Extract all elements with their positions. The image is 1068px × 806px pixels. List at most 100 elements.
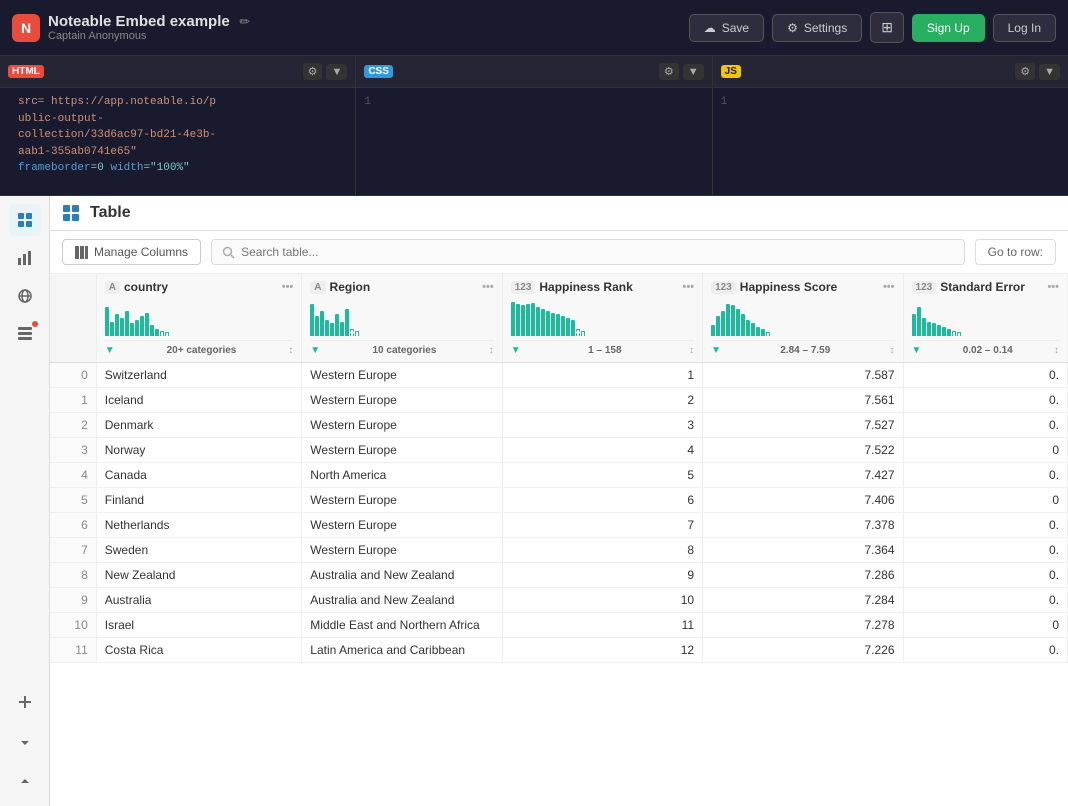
rank-filter-icon[interactable]: ▼ (511, 345, 521, 356)
table-row: 10 Israel Middle East and Northern Afric… (50, 613, 1068, 638)
score-col-menu[interactable]: ••• (883, 281, 895, 293)
country-filter-row: ▼ 20+ categories ↕ (105, 340, 294, 356)
row-index: 4 (50, 463, 96, 488)
score-cell: 7.427 (703, 463, 903, 488)
error-cell: 0. (903, 563, 1067, 588)
css-editor-tab: CSS ⚙ ▼ (356, 56, 711, 88)
row-index: 0 (50, 363, 96, 388)
country-cell: Costa Rica (96, 638, 302, 663)
country-histogram (105, 298, 294, 338)
error-filter-row: ▼ 0.02 – 0.14 ↕ (912, 340, 1059, 356)
table-row: 1 Iceland Western Europe 2 7.561 0. (50, 388, 1068, 413)
css-editor-content[interactable]: 1 (356, 88, 711, 195)
table-row: 11 Costa Rica Latin America and Caribbea… (50, 638, 1068, 663)
region-col-menu[interactable]: ••• (482, 281, 494, 293)
layout-button[interactable]: ⊞ (870, 12, 904, 43)
app-subtitle: Captain Anonymous (48, 30, 250, 42)
region-col-type: A (310, 281, 325, 294)
region-cell: Western Europe (302, 363, 502, 388)
js-expand-btn[interactable]: ▼ (1039, 64, 1060, 80)
row-index: 7 (50, 538, 96, 563)
data-table: A country ••• (50, 274, 1068, 663)
js-editor-content[interactable]: 1 (713, 88, 1068, 195)
score-cell: 7.561 (703, 388, 903, 413)
region-cell: Western Europe (302, 388, 502, 413)
html-tab-label: HTML (8, 65, 44, 78)
html-editor-content[interactable]: src= https://app.noteable.io/p ublic-out… (0, 88, 355, 195)
score-cell: 7.522 (703, 438, 903, 463)
rank-histogram (511, 298, 694, 338)
topbar-actions: ☁ Save ⚙ Settings ⊞ Sign Up Log In (689, 12, 1056, 43)
css-settings-btn[interactable]: ⚙ (659, 63, 679, 80)
manage-columns-button[interactable]: Manage Columns (62, 239, 201, 265)
score-cell: 7.284 (703, 588, 903, 613)
country-sort-icon[interactable]: ↕ (288, 345, 293, 356)
html-expand-btn[interactable]: ▼ (326, 64, 347, 80)
score-histogram (711, 298, 894, 338)
layout-icon: ⊞ (881, 19, 893, 36)
region-cell: Australia and New Zealand (302, 563, 502, 588)
country-filter-icon[interactable]: ▼ (105, 345, 115, 356)
region-filter-row: ▼ 10 categories ↕ (310, 340, 493, 356)
sidebar-expand-btn[interactable] (9, 766, 41, 798)
sidebar-item-globe[interactable] (9, 280, 41, 312)
score-sort-icon[interactable]: ↕ (890, 345, 895, 356)
settings-button[interactable]: ⚙ Settings (772, 14, 862, 42)
pencil-icon[interactable]: ✏ (239, 14, 250, 29)
index-col-header (50, 274, 96, 363)
css-editor-panel: CSS ⚙ ▼ 1 (356, 56, 712, 195)
error-col-menu[interactable]: ••• (1047, 281, 1059, 293)
rank-cell: 2 (502, 388, 702, 413)
topbar-title: Noteable Embed example ✏ Captain Anonymo… (48, 13, 250, 42)
sidebar-item-data[interactable] (9, 318, 41, 350)
row-index: 10 (50, 613, 96, 638)
rank-cell: 8 (502, 538, 702, 563)
html-tab-controls: ⚙ ▼ (303, 63, 348, 80)
region-filter-icon[interactable]: ▼ (310, 345, 320, 356)
country-cell: Switzerland (96, 363, 302, 388)
rank-sort-icon[interactable]: ↕ (689, 345, 694, 356)
rank-col-menu[interactable]: ••• (683, 281, 695, 293)
error-sort-icon[interactable]: ↕ (1054, 345, 1059, 356)
data-table-wrapper[interactable]: A country ••• (50, 274, 1068, 806)
save-button[interactable]: ☁ Save (689, 14, 764, 42)
js-settings-btn[interactable]: ⚙ (1015, 63, 1035, 80)
sidebar-item-table[interactable] (9, 204, 41, 236)
score-cell: 7.587 (703, 363, 903, 388)
table-header: Table (50, 196, 1068, 231)
rank-filter-row: ▼ 1 – 158 ↕ (511, 340, 694, 356)
country-col-name: country (124, 280, 278, 294)
app-title-text: Noteable Embed example (48, 13, 230, 30)
sidebar-collapse-btn[interactable] (9, 728, 41, 760)
score-col-name: Happiness Score (740, 280, 879, 294)
region-sort-icon[interactable]: ↕ (489, 345, 494, 356)
logo: N Noteable Embed example ✏ Captain Anony… (12, 13, 250, 42)
region-cell: Australia and New Zealand (302, 588, 502, 613)
country-cell: Israel (96, 613, 302, 638)
region-cell: Western Europe (302, 413, 502, 438)
error-cell: 0 (903, 488, 1067, 513)
error-col-header: 123 Standard Error ••• (903, 274, 1067, 363)
search-input[interactable] (241, 245, 954, 259)
search-box[interactable] (211, 239, 965, 265)
country-col-menu[interactable]: ••• (282, 281, 294, 293)
content-area: Table Manage Columns Go to row: (0, 196, 1068, 806)
html-settings-btn[interactable]: ⚙ (303, 63, 323, 80)
rank-cell: 5 (502, 463, 702, 488)
sidebar-item-chart[interactable] (9, 242, 41, 274)
error-filter-icon[interactable]: ▼ (912, 345, 922, 356)
rank-cell: 12 (502, 638, 702, 663)
sidebar-item-plus[interactable] (9, 686, 41, 718)
row-index: 2 (50, 413, 96, 438)
js-tab-controls: ⚙ ▼ (1015, 63, 1060, 80)
score-filter-icon[interactable]: ▼ (711, 345, 721, 356)
css-expand-btn[interactable]: ▼ (683, 64, 704, 80)
rank-filter-label: 1 – 158 (588, 345, 621, 356)
error-cell: 0. (903, 538, 1067, 563)
js-editor-panel: JS ⚙ ▼ 1 (713, 56, 1068, 195)
rank-cell: 3 (502, 413, 702, 438)
country-col-header: A country ••• (96, 274, 302, 363)
login-button[interactable]: Log In (993, 14, 1056, 42)
region-histogram (310, 298, 493, 338)
signup-button[interactable]: Sign Up (912, 14, 985, 42)
